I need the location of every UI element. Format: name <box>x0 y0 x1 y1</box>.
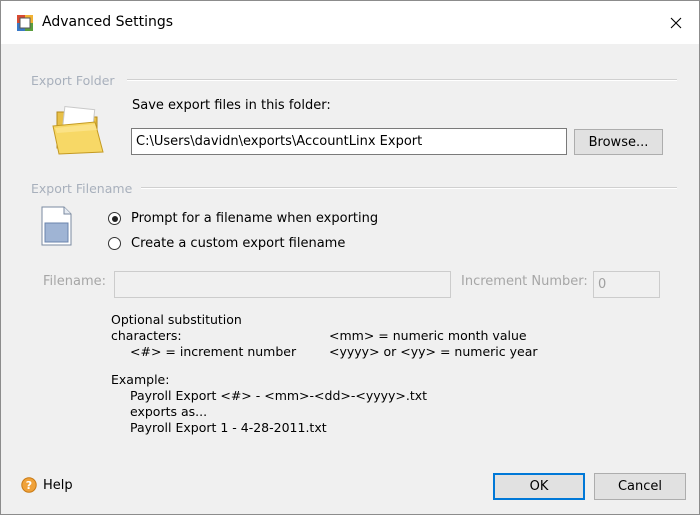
cancel-button[interactable]: Cancel <box>594 473 686 500</box>
export-folder-divider <box>127 79 677 81</box>
increment-number-input[interactable] <box>593 271 660 298</box>
filename-input[interactable] <box>114 271 451 298</box>
help-link[interactable]: ? Help <box>21 477 73 493</box>
filename-label: Filename: <box>43 274 107 289</box>
radio-custom-filename-label[interactable]: Create a custom export filename <box>131 236 345 251</box>
increment-number-label: Increment Number: <box>461 274 588 289</box>
help-label[interactable]: Help <box>43 478 73 493</box>
radio-custom-filename[interactable] <box>108 237 121 250</box>
help-icon: ? <box>21 477 37 493</box>
substitution-heading-line2: characters: <box>111 328 182 343</box>
export-folder-prompt: Save export files in this folder: <box>132 98 331 113</box>
example-pattern: Payroll Export <#> - <mm>-<dd>-<yyyy>.tx… <box>130 388 428 403</box>
radio-prompt-filename-label[interactable]: Prompt for a filename when exporting <box>131 211 378 226</box>
substitution-year: <yyyy> or <yy> = numeric year <box>329 344 538 359</box>
advanced-settings-dialog: Advanced Settings Export Folder Save exp… <box>0 0 700 515</box>
example-label: Example: <box>111 372 170 387</box>
substitution-increment: <#> = increment number <box>130 344 297 359</box>
export-folder-group-label: Export Folder <box>31 73 115 88</box>
ok-button[interactable]: OK <box>493 473 585 500</box>
browse-button[interactable]: Browse... <box>574 129 663 155</box>
substitution-month: <mm> = numeric month value <box>329 328 527 343</box>
export-filename-group-label: Export Filename <box>31 181 133 196</box>
substitution-heading-line1: Optional substitution <box>111 312 242 327</box>
example-result: Payroll Export 1 - 4-28-2011.txt <box>130 420 327 435</box>
radio-prompt-filename[interactable] <box>108 212 121 225</box>
export-filename-divider <box>141 187 677 189</box>
document-icon <box>41 206 72 246</box>
window-title: Advanced Settings <box>42 14 174 30</box>
example-exports-as: exports as... <box>130 404 208 419</box>
close-icon <box>670 17 682 28</box>
folder-icon <box>52 105 104 155</box>
title-bar: Advanced Settings <box>1 1 699 44</box>
app-icon <box>17 15 33 31</box>
close-button[interactable] <box>653 1 699 44</box>
svg-text:?: ? <box>26 479 32 492</box>
export-folder-path-input[interactable] <box>131 128 567 155</box>
